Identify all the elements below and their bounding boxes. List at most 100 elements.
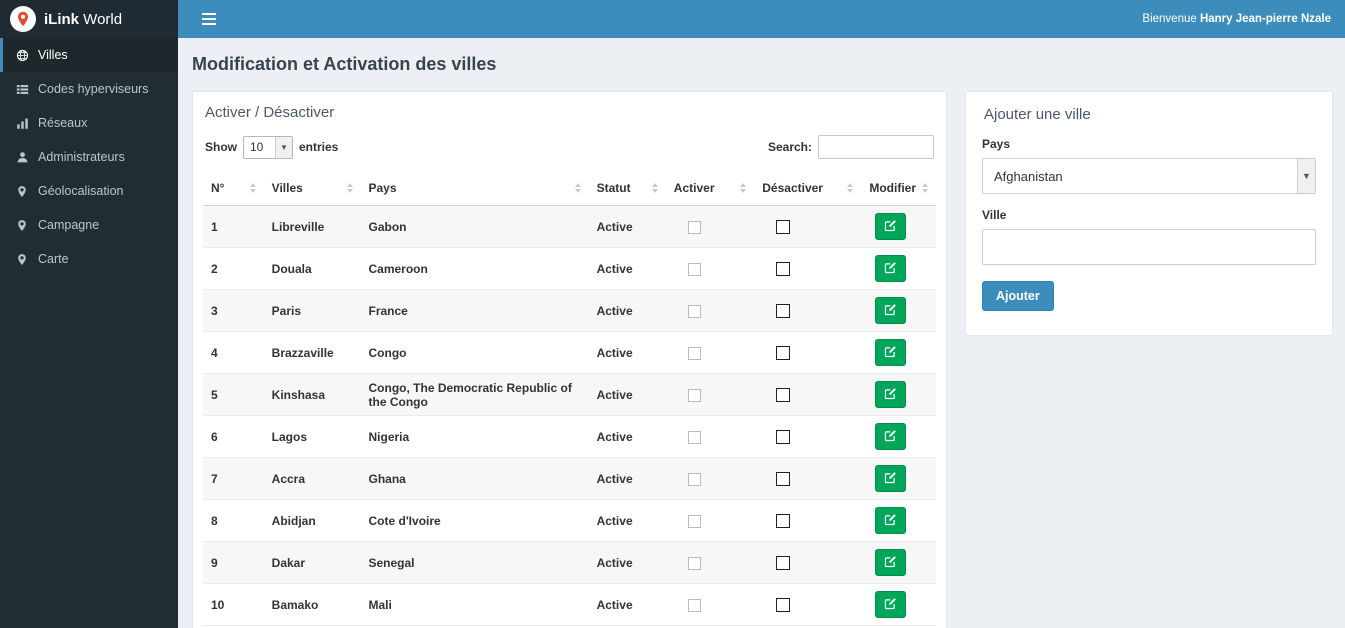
edit-button[interactable] [875, 339, 907, 366]
cell-desactiver [754, 541, 862, 584]
column-header-statut[interactable]: Statut [588, 171, 666, 206]
cell-activer [665, 583, 755, 626]
cell-modifier [861, 331, 936, 374]
edit-icon [884, 471, 897, 487]
add-city-button[interactable]: Ajouter [982, 281, 1054, 311]
desactiver-checkbox[interactable] [776, 387, 791, 402]
sidebar-item-geolocalisation[interactable]: Géolocalisation [0, 174, 178, 208]
cities-table: N° Villes Pays Statut Activer Désactiver Modif… [203, 171, 936, 626]
cell-modifier [861, 541, 936, 584]
activer-checkbox [687, 430, 701, 444]
cell-modifier [861, 289, 936, 332]
desactiver-checkbox[interactable] [776, 303, 791, 318]
edit-button[interactable] [875, 423, 907, 450]
cell-statut: Active [588, 415, 666, 458]
brand[interactable]: iLink World [0, 0, 178, 38]
country-select[interactable]: Afghanistan [982, 158, 1316, 194]
city-input[interactable] [982, 229, 1316, 265]
edit-button[interactable] [875, 381, 907, 408]
edit-icon [884, 513, 897, 529]
activer-checkbox [687, 472, 701, 486]
cell-statut: Active [588, 541, 666, 584]
cell-desactiver [754, 331, 862, 374]
table-row: 7 Accra Ghana Active [203, 457, 936, 500]
cell-num: 6 [203, 415, 264, 458]
main-content: Modification et Activation des villes Ac… [178, 38, 1345, 628]
sidebar-menu: Villes Codes hyperviseurs Réseaux Administr… [0, 38, 178, 276]
edit-button[interactable] [875, 591, 907, 618]
cell-statut: Active [588, 247, 666, 290]
desactiver-checkbox[interactable] [776, 219, 791, 234]
table-row: 6 Lagos Nigeria Active [203, 415, 936, 458]
sidebar-item-administrateurs[interactable]: Administrateurs [0, 140, 178, 174]
desactiver-checkbox[interactable] [776, 555, 791, 570]
sidebar-item-villes[interactable]: Villes [0, 38, 178, 72]
cell-pays: Congo, The Democratic Republic of the Co… [360, 373, 589, 416]
cell-modifier [861, 499, 936, 542]
column-header-pays[interactable]: Pays [360, 171, 589, 206]
desactiver-checkbox[interactable] [776, 345, 791, 360]
column-header-modifier[interactable]: Modifier [861, 171, 936, 206]
table-controls: Show 10 ▼ entries Search: [205, 135, 934, 159]
cell-pays: France [360, 289, 589, 332]
cell-ville: Kinshasa [263, 373, 361, 416]
sidebar-item-campagne[interactable]: Campagne [0, 208, 178, 242]
column-header-num[interactable]: N° [203, 171, 264, 206]
cell-num: 9 [203, 541, 264, 584]
sidebar-item-label: Administrateurs [38, 150, 125, 164]
cell-activer [665, 331, 755, 374]
desactiver-checkbox[interactable] [776, 429, 791, 444]
cell-desactiver [754, 289, 862, 332]
search-input[interactable] [818, 135, 934, 159]
cell-desactiver [754, 205, 862, 248]
page-length-select[interactable]: 10 [243, 135, 293, 159]
desactiver-checkbox[interactable] [776, 597, 791, 612]
cell-desactiver [754, 457, 862, 500]
activer-checkbox [687, 220, 701, 234]
desactiver-checkbox[interactable] [776, 471, 791, 486]
table-row: 8 Abidjan Cote d'Ivoire Active [203, 499, 936, 542]
column-label: Désactiver [762, 181, 823, 195]
sort-icon [574, 183, 581, 193]
edit-button[interactable] [875, 507, 907, 534]
sidebar-item-carte[interactable]: Carte [0, 242, 178, 276]
cell-statut: Active [588, 205, 666, 248]
navbar-right: Bienvenue Hanry Jean-pierre Nzale [178, 0, 1345, 38]
cell-activer [665, 247, 755, 290]
cell-desactiver [754, 499, 862, 542]
edit-button[interactable] [875, 255, 907, 282]
edit-button[interactable] [875, 549, 907, 576]
cell-modifier [861, 457, 936, 500]
sidebar: Villes Codes hyperviseurs Réseaux Administr… [0, 38, 178, 628]
sidebar-toggle-button[interactable] [192, 0, 226, 38]
column-label: Villes [271, 181, 303, 195]
column-header-activer[interactable]: Activer [665, 171, 755, 206]
edit-button[interactable] [875, 297, 907, 324]
column-label: Statut [596, 181, 631, 195]
sort-icon [651, 183, 658, 193]
search-label: Search: [767, 140, 812, 154]
table-row: 2 Douala Cameroon Active [203, 247, 936, 290]
cell-num: 5 [203, 373, 264, 416]
edit-button[interactable] [875, 213, 907, 240]
city-label: Ville [982, 208, 1007, 222]
cell-pays: Mali [360, 583, 589, 626]
sidebar-item-codes-hyperviseurs[interactable]: Codes hyperviseurs [0, 72, 178, 106]
search-control: Search: [768, 135, 934, 159]
desactiver-checkbox[interactable] [776, 261, 791, 276]
sort-icon [346, 183, 353, 193]
cell-statut: Active [588, 499, 666, 542]
sidebar-item-reseaux[interactable]: Réseaux [0, 106, 178, 140]
sort-icon [249, 183, 256, 193]
cell-modifier [861, 373, 936, 416]
sidebar-item-label: Géolocalisation [38, 184, 124, 198]
page-length-control: Show 10 ▼ entries [205, 135, 338, 159]
column-header-villes[interactable]: Villes [263, 171, 361, 206]
sidebar-item-label: Villes [38, 48, 68, 62]
cell-num: 2 [203, 247, 264, 290]
edit-button[interactable] [875, 465, 907, 492]
desactiver-checkbox[interactable] [776, 513, 791, 528]
sort-icon [847, 183, 854, 193]
hamburger-icon [202, 13, 216, 25]
column-header-desactiver[interactable]: Désactiver [754, 171, 862, 206]
